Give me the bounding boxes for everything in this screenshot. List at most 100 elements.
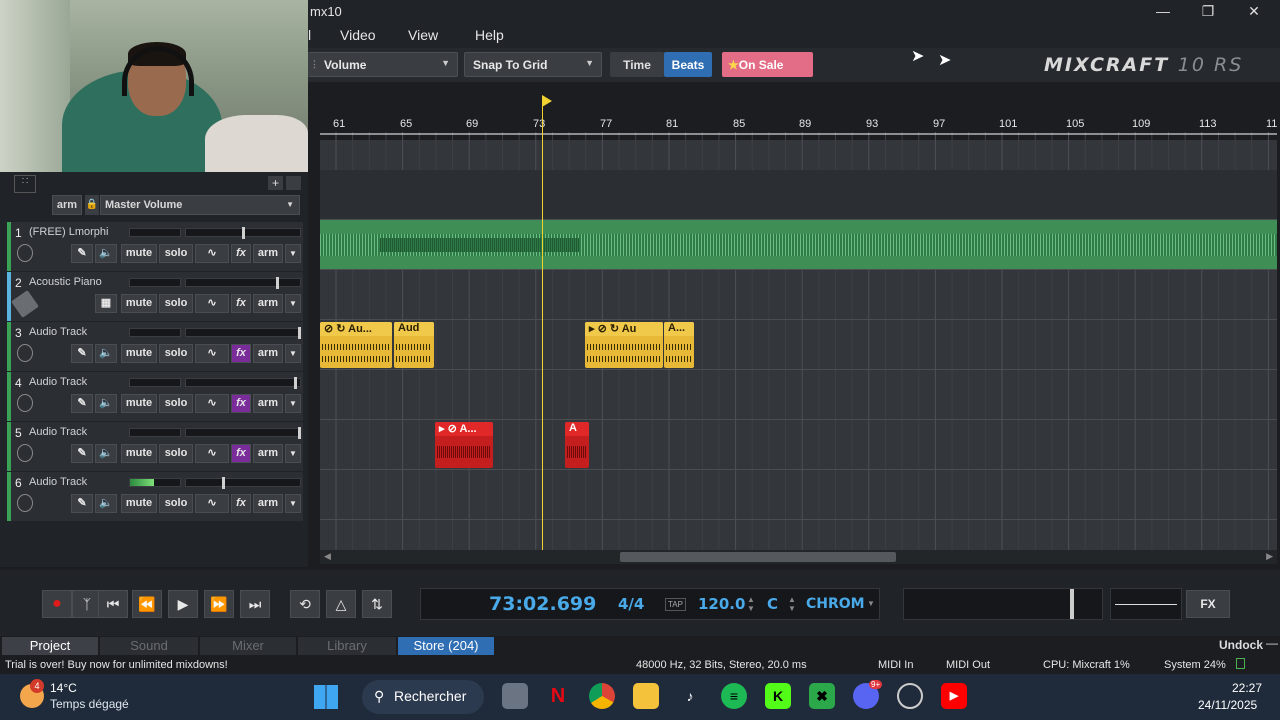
track-row-4[interactable]: 4 Audio Track ✎ 🔈 mute solo ∿ fx arm ▼ xyxy=(7,372,303,421)
punch-icon[interactable]: ⇅ xyxy=(362,590,392,618)
fader-knob[interactable] xyxy=(294,377,297,389)
audio-clip[interactable]: A xyxy=(565,422,589,468)
automation-icon[interactable]: ∿ xyxy=(195,244,229,263)
track-row-3[interactable]: 3 Audio Track ✎ 🔈 mute solo ∿ fx arm ▼ xyxy=(7,322,303,371)
menu-item-video[interactable]: Video xyxy=(340,27,376,43)
arm-button[interactable]: arm xyxy=(253,394,283,413)
master-fx-button[interactable]: FX xyxy=(1186,590,1230,618)
chevron-down-icon[interactable]: ▼ xyxy=(285,244,301,263)
tab-library[interactable]: Library xyxy=(298,637,396,655)
taskbar-search[interactable]: ⚲ Rechercher xyxy=(362,680,484,714)
chevron-down-icon[interactable]: ▼ xyxy=(285,294,301,313)
scroll-left-icon[interactable]: ◀ xyxy=(324,551,331,562)
edit-icon[interactable]: ✎ xyxy=(71,344,93,363)
solo-button[interactable]: solo xyxy=(159,244,193,263)
solo-button[interactable]: solo xyxy=(159,344,193,363)
track-volume-fader[interactable] xyxy=(185,327,301,339)
audio-clip[interactable]: Aud xyxy=(394,322,434,368)
add-track-icon[interactable]: + xyxy=(268,176,283,190)
tiktok-icon[interactable]: ♪ xyxy=(677,683,703,709)
chevron-down-icon[interactable]: ▼ xyxy=(285,394,301,413)
track-lane-2[interactable] xyxy=(320,270,1277,320)
spotify-icon[interactable]: ≡ xyxy=(721,683,747,709)
mute-button[interactable]: mute xyxy=(121,344,157,363)
track-name[interactable]: Audio Track xyxy=(29,326,87,338)
volume-icon[interactable]: 🔈 xyxy=(95,394,117,413)
track-name[interactable]: Acoustic Piano xyxy=(29,276,102,288)
task-view-icon[interactable] xyxy=(502,683,528,709)
solo-button[interactable]: solo xyxy=(159,294,193,313)
chevron-down-icon[interactable]: ▼ xyxy=(285,444,301,463)
arm-button[interactable]: arm xyxy=(253,244,283,263)
obs-icon[interactable] xyxy=(897,683,923,709)
time-button[interactable]: Time xyxy=(610,52,664,77)
mute-button[interactable]: mute xyxy=(121,294,157,313)
youtube-icon[interactable]: ▶ xyxy=(941,683,967,709)
keyboard-icon[interactable]: ▦ xyxy=(95,294,117,313)
automation-select[interactable]: ⋮ Volume ▼ xyxy=(308,52,458,77)
fx-button[interactable]: fx xyxy=(231,494,251,513)
grid-icon[interactable]: ∷ xyxy=(14,175,36,193)
master-arm-button[interactable]: arm xyxy=(52,195,82,215)
mute-button[interactable]: mute xyxy=(121,244,157,263)
horizontal-scrollbar[interactable]: ◀ ▶ xyxy=(320,550,1277,564)
beats-button[interactable]: Beats xyxy=(664,52,712,77)
edit-icon[interactable]: ✎ xyxy=(71,394,93,413)
play-icon[interactable]: ▶ xyxy=(168,590,198,618)
clock-date[interactable]: 24/11/2025 xyxy=(1198,698,1257,712)
fader-knob[interactable] xyxy=(242,227,245,239)
automation-icon[interactable]: ∿ xyxy=(195,444,229,463)
mute-button[interactable]: mute xyxy=(121,394,157,413)
windows-start-icon[interactable] xyxy=(314,685,338,709)
audio-clip[interactable]: ▸ ⊘ A... xyxy=(435,422,493,468)
mute-button[interactable]: mute xyxy=(121,444,157,463)
track-volume-fader[interactable] xyxy=(185,477,301,489)
tab-store[interactable]: Store (204) xyxy=(398,637,494,655)
maximize-icon[interactable]: ❐ xyxy=(1193,2,1223,22)
track-row-5[interactable]: 5 Audio Track ✎ 🔈 mute solo ∿ fx arm ▼ xyxy=(7,422,303,471)
tap-button[interactable]: TAP xyxy=(665,598,686,611)
timeline-area[interactable]: 61 65 69 73 77 81 85 89 93 97 101 105 10… xyxy=(320,90,1277,550)
chevron-down-icon[interactable]: ▼ xyxy=(285,494,301,513)
fader-knob[interactable] xyxy=(276,277,279,289)
signature-display[interactable]: 4/4 xyxy=(618,595,644,613)
chevron-down-icon[interactable]: ▼ xyxy=(867,599,875,608)
lock-icon[interactable]: 🔒 xyxy=(85,195,99,215)
tab-mixer[interactable]: Mixer xyxy=(200,637,296,655)
track-name[interactable]: Audio Track xyxy=(29,426,87,438)
tempo-stepper-icon[interactable]: ▲ ▼ xyxy=(747,595,755,613)
rewind-icon[interactable]: ⏪ xyxy=(132,590,162,618)
menu-item-view[interactable]: View xyxy=(408,27,438,43)
solo-button[interactable]: solo xyxy=(159,444,193,463)
fx-button[interactable]: fx xyxy=(231,344,251,363)
mixcraft-app-icon[interactable]: ✖ xyxy=(809,683,835,709)
menu-item-partial[interactable]: l xyxy=(308,27,311,43)
track-row-1[interactable]: 1 (FREE) Lmorphi ✎ 🔈 mute solo ∿ fx arm … xyxy=(7,222,303,271)
record-icon[interactable]: ● xyxy=(42,590,72,618)
edit-icon[interactable]: ✎ xyxy=(71,244,93,263)
track-volume-fader[interactable] xyxy=(185,227,301,239)
fx-button[interactable]: fx xyxy=(231,444,251,463)
track-name[interactable]: Audio Track xyxy=(29,476,87,488)
clock-time[interactable]: 22:27 xyxy=(1232,681,1262,695)
undock-button[interactable]: Undock xyxy=(1219,638,1263,652)
file-explorer-icon[interactable] xyxy=(633,683,659,709)
playhead-flag-icon[interactable] xyxy=(542,95,552,107)
fx-button[interactable]: fx xyxy=(231,394,251,413)
track-row-6[interactable]: 6 Audio Track ✎ 🔈 mute solo ∿ fx arm ▼ xyxy=(7,472,303,521)
volume-icon[interactable]: 🔈 xyxy=(95,444,117,463)
automation-lane[interactable] xyxy=(320,170,1277,220)
fader-knob[interactable] xyxy=(298,427,301,439)
track-row-2[interactable]: 2 Acoustic Piano ▦ mute solo ∿ fx arm ▼ xyxy=(7,272,303,321)
loop-icon[interactable]: ⟲ xyxy=(290,590,320,618)
track-volume-fader[interactable] xyxy=(185,377,301,389)
edit-icon[interactable]: ✎ xyxy=(71,444,93,463)
arm-button[interactable]: arm xyxy=(253,344,283,363)
track-volume-fader[interactable] xyxy=(185,277,301,289)
arm-button[interactable]: arm xyxy=(253,444,283,463)
master-volume-select[interactable]: Master Volume ▼ xyxy=(100,195,300,215)
track-name[interactable]: (FREE) Lmorphi xyxy=(29,226,108,238)
time-display[interactable]: 73:02.699 xyxy=(489,593,596,615)
volume-icon[interactable]: 🔈 xyxy=(95,344,117,363)
key-display[interactable]: C xyxy=(767,595,778,613)
